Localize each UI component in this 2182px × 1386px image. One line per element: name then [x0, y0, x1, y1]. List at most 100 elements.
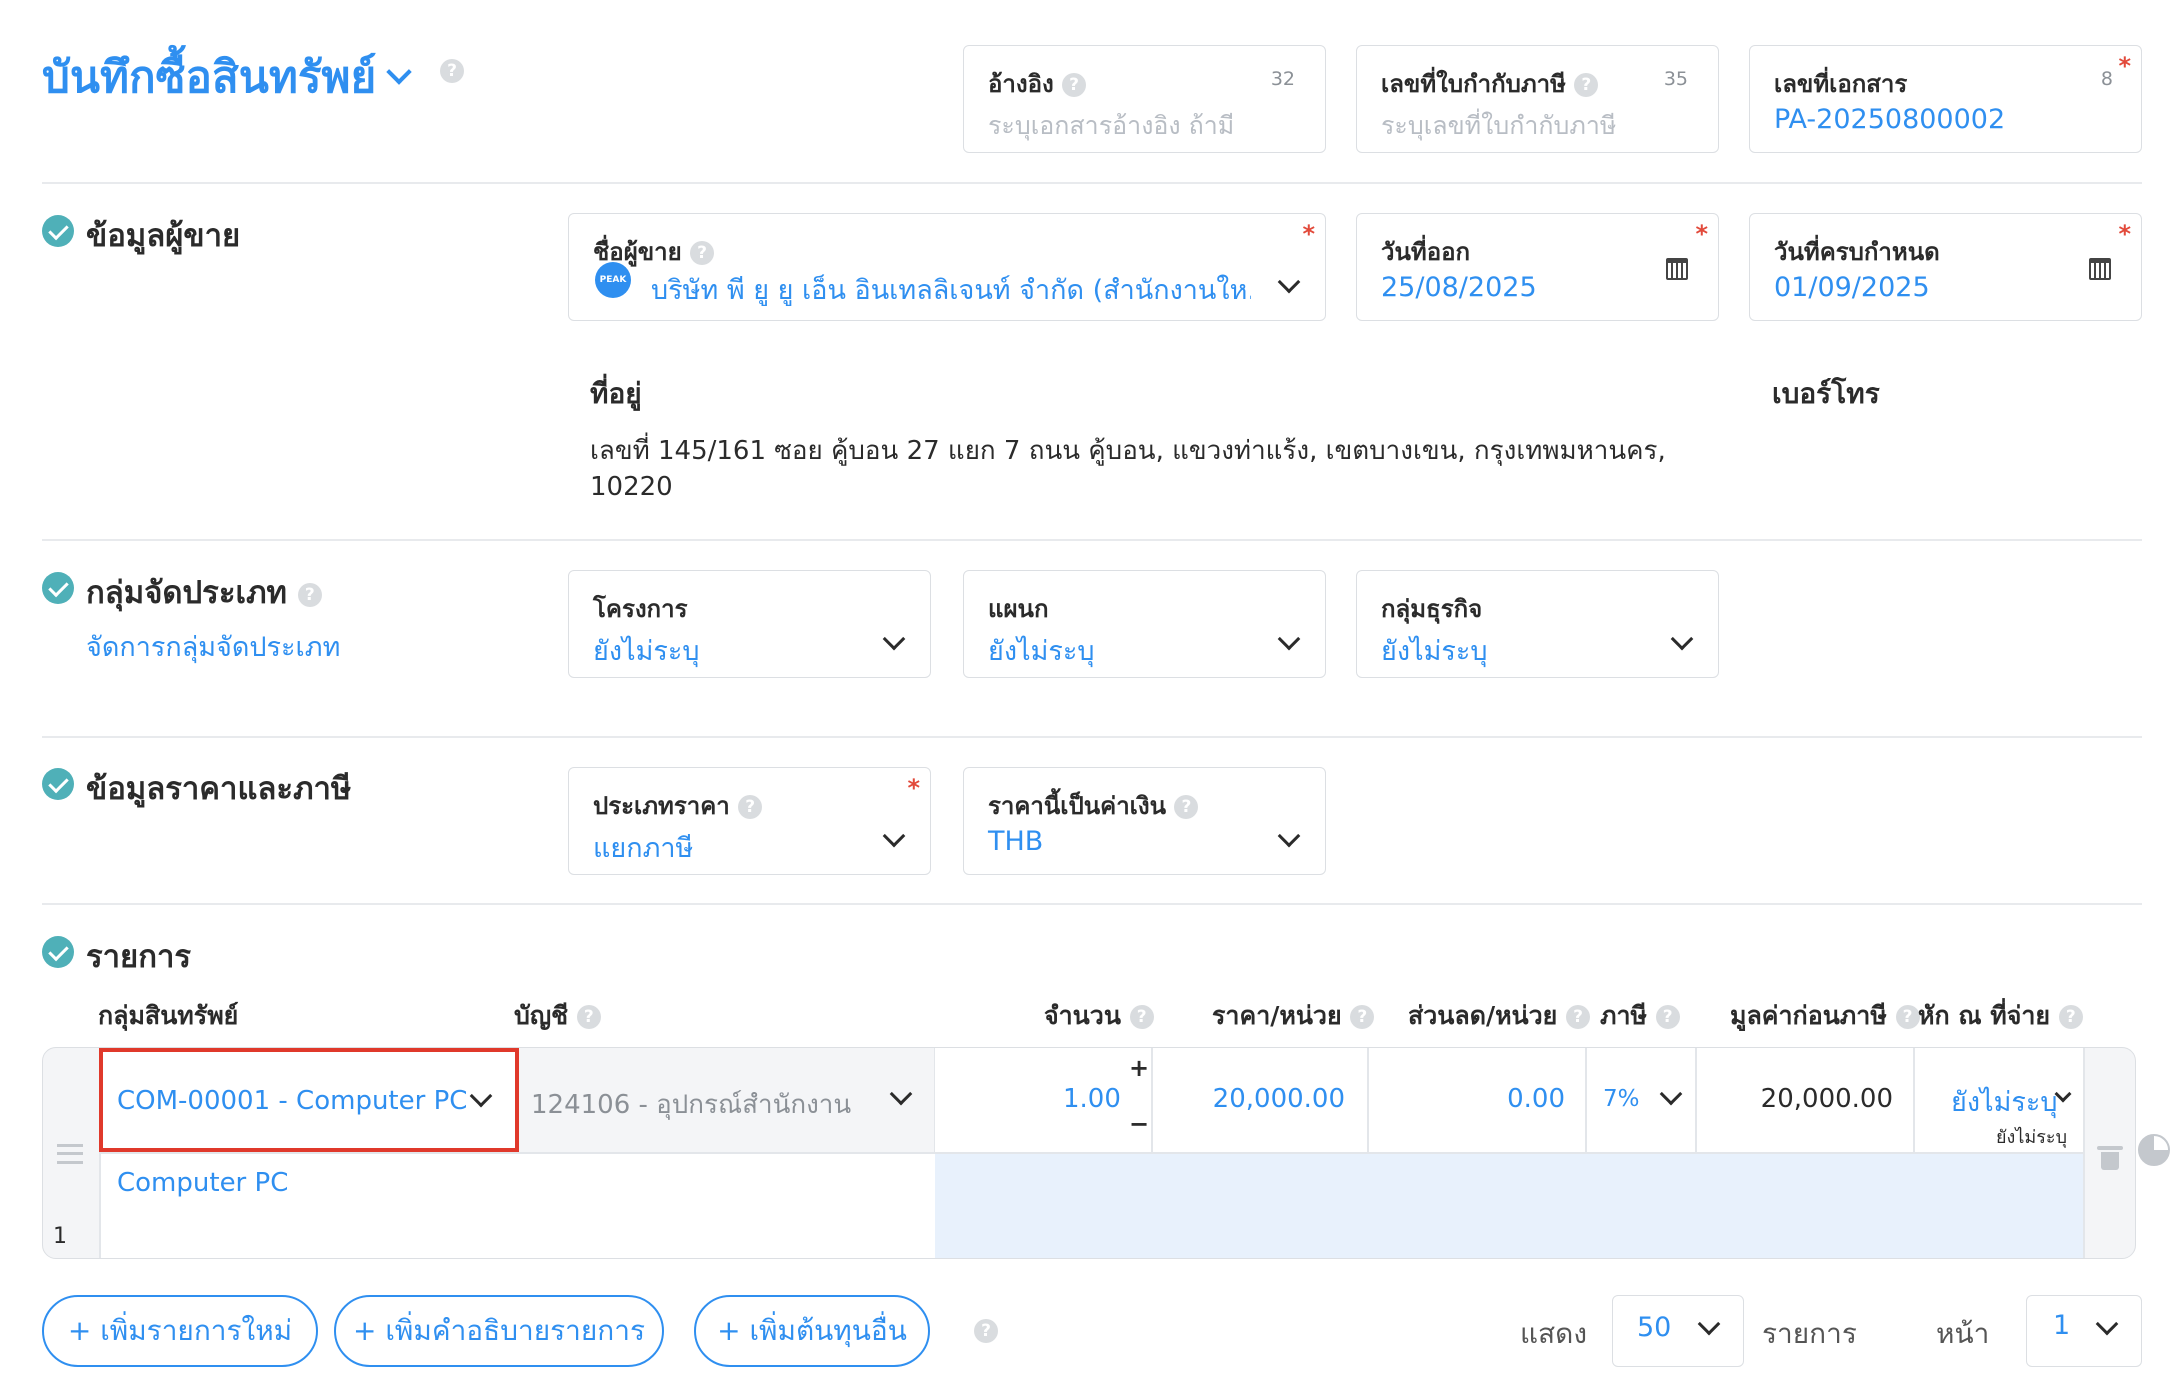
per-page-select[interactable]: 50	[1612, 1295, 1744, 1367]
department-label: แผนก	[988, 595, 1049, 623]
trash-icon[interactable]	[2097, 1146, 2123, 1170]
page-title[interactable]: บันทึกซื้อสินทรัพย์	[42, 42, 413, 112]
column-discount: ส่วนลด/หน่วย	[1408, 1001, 1558, 1030]
vendor-logo: PEAK	[595, 262, 631, 298]
asset-group-value: COM-00001 - Computer PC	[117, 1086, 468, 1116]
reference-input[interactable]: ระบุเอกสารอ้างอิง ถ้ามี	[988, 106, 1234, 146]
chevron-down-icon	[2095, 1312, 2119, 1336]
document-no-counter: 8	[2100, 68, 2113, 90]
due-date-input[interactable]: 01/09/2025	[1774, 272, 1930, 303]
tax-invoice-input[interactable]: ระบุเลขที่ใบกำกับภาษี	[1381, 106, 1616, 146]
help-icon[interactable]: ?	[690, 241, 715, 265]
withholding-select[interactable]: ยังไม่ระบุ	[1951, 1080, 2058, 1123]
address-line2: 10220	[590, 472, 673, 502]
help-icon[interactable]: ?	[2058, 1005, 2083, 1029]
due-date-field[interactable]: วันที่ครบกำหนด * 01/09/2025	[1749, 213, 2142, 321]
phone-label: เบอร์โทร	[1772, 377, 1880, 410]
calendar-icon[interactable]	[2089, 258, 2111, 280]
document-no-field[interactable]: เลขที่เอกสาร 8 * PA-20250800002	[1749, 45, 2142, 153]
column-pre-tax: มูลค่าก่อนภาษี	[1730, 1001, 1887, 1030]
divider	[42, 182, 2142, 184]
check-circle-icon	[42, 572, 74, 604]
column-quantity: จำนวน	[1044, 1001, 1121, 1030]
help-icon[interactable]: ?	[1174, 795, 1199, 819]
chevron-down-icon	[469, 1084, 493, 1108]
add-item-button[interactable]: + เพิ่มรายการใหม่	[42, 1295, 318, 1367]
quantity-decrement-button[interactable]: −	[1129, 1110, 1149, 1138]
business-group-select[interactable]: กลุ่มธุรกิจ ยังไม่ระบุ	[1356, 570, 1719, 678]
help-icon[interactable]: ?	[1655, 1005, 1680, 1029]
pie-chart-icon[interactable]	[2138, 1134, 2170, 1166]
help-icon[interactable]: ?	[1574, 73, 1599, 97]
required-mark: *	[1695, 220, 1708, 248]
chevron-down-icon	[1277, 270, 1301, 294]
description-extension	[935, 1152, 2083, 1258]
issue-date-input[interactable]: 25/08/2025	[1381, 272, 1537, 303]
help-icon[interactable]: ?	[440, 59, 464, 83]
add-cost-button[interactable]: + เพิ่มต้นทุนอื่น	[694, 1295, 930, 1367]
help-icon[interactable]: ?	[974, 1319, 998, 1343]
vendor-select[interactable]: ชื่อผู้ขาย ? * PEAK บริษัท พี ยู ยู เอ็น…	[568, 213, 1326, 321]
help-icon[interactable]: ?	[1062, 73, 1087, 97]
withholding-subtext: ยังไม่ระบุ	[1996, 1127, 2068, 1148]
check-circle-icon	[42, 768, 74, 800]
currency-select[interactable]: ราคานี้เป็นค่าเงิน ? THB	[963, 767, 1326, 875]
required-mark: *	[2118, 220, 2131, 248]
quantity-input[interactable]: 1.00	[1063, 1084, 1121, 1114]
help-icon[interactable]: ?	[1350, 1005, 1375, 1029]
document-no-input[interactable]: PA-20250800002	[1774, 104, 2005, 135]
vendor-logo-text: PEAK	[599, 275, 627, 285]
asset-group-select[interactable]: COM-00001 - Computer PC	[99, 1048, 519, 1152]
department-value: ยังไม่ระบุ	[988, 636, 1095, 667]
description-input[interactable]: Computer PC	[117, 1168, 288, 1198]
price-section-title: ข้อมูลราคาและภาษี	[86, 771, 352, 807]
chevron-down-icon	[882, 824, 906, 848]
project-value: ยังไม่ระบุ	[593, 636, 700, 667]
items-section-title: รายการ	[86, 939, 192, 975]
unit-price-input[interactable]: 20,000.00	[1213, 1084, 1345, 1114]
page-value: 1	[2053, 1310, 2071, 1341]
drag-handle-icon[interactable]	[57, 1144, 83, 1164]
table-row: 1 COM-00001 - Computer PC 124106 - อุปกร…	[42, 1047, 2136, 1259]
business-group-label: กลุ่มธุรกิจ	[1381, 595, 1483, 623]
help-icon[interactable]: ?	[576, 1005, 601, 1029]
help-icon[interactable]: ?	[1895, 1005, 1920, 1029]
discount-input[interactable]: 0.00	[1507, 1084, 1565, 1114]
reference-label: อ้างอิง	[988, 70, 1054, 98]
reference-field[interactable]: อ้างอิง ? 32 ระบุเอกสารอ้างอิง ถ้ามี	[963, 45, 1326, 153]
vendor-label: ชื่อผู้ขาย	[593, 238, 682, 266]
department-select[interactable]: แผนก ยังไม่ระบุ	[963, 570, 1326, 678]
chevron-down-icon	[1277, 627, 1301, 651]
chevron-down-icon	[882, 627, 906, 651]
project-select[interactable]: โครงการ ยังไม่ระบุ	[568, 570, 931, 678]
divider	[42, 903, 2142, 905]
page-select[interactable]: 1	[2026, 1295, 2142, 1367]
help-icon[interactable]: ?	[297, 582, 322, 607]
add-description-button[interactable]: + เพิ่มคำอธิบายรายการ	[334, 1295, 664, 1367]
account-value: 124106 - อุปกรณ์สำนักงาน	[531, 1090, 852, 1120]
column-unit-price: ราคา/หน่วย	[1212, 1001, 1342, 1030]
chevron-down-icon	[1670, 627, 1694, 651]
issue-date-field[interactable]: วันที่ออก * 25/08/2025	[1356, 213, 1719, 321]
manage-category-link[interactable]: จัดการกลุ่มจัดประเภท	[86, 625, 340, 668]
page-label: หน้า	[1936, 1317, 1990, 1350]
issue-date-label: วันที่ออก	[1381, 238, 1471, 266]
calendar-icon[interactable]	[1666, 258, 1688, 280]
business-group-value: ยังไม่ระบุ	[1381, 636, 1488, 667]
quantity-increment-button[interactable]: +	[1129, 1054, 1149, 1082]
chevron-down-icon	[1697, 1312, 1721, 1336]
currency-value: THB	[988, 826, 1044, 857]
help-icon[interactable]: ?	[1129, 1005, 1154, 1029]
price-type-label: ประเภทราคา	[593, 792, 730, 820]
tax-invoice-field[interactable]: เลขที่ใบกำกับภาษี ? 35 ระบุเลขที่ใบกำกับ…	[1356, 45, 1719, 153]
divider	[42, 539, 2142, 541]
help-icon[interactable]: ?	[738, 795, 763, 819]
help-icon[interactable]: ?	[1566, 1005, 1591, 1029]
price-type-select[interactable]: ประเภทราคา ? * แยกภาษี	[568, 767, 931, 875]
column-account: บัญชี	[514, 1001, 569, 1030]
tax-select[interactable]: 7%	[1603, 1086, 1640, 1112]
per-page-value: 50	[1637, 1312, 1672, 1343]
page-title-text: บันทึกซื้อสินทรัพย์	[42, 52, 377, 103]
check-circle-icon	[42, 215, 74, 247]
items-label: รายการ	[1762, 1317, 1857, 1350]
